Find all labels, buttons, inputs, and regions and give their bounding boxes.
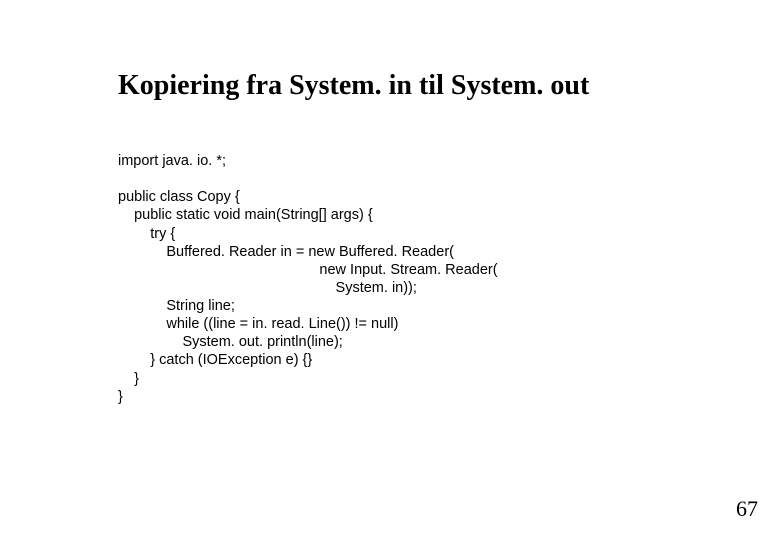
page-number: 67: [736, 496, 758, 522]
code-block: import java. io. *; public class Copy { …: [118, 152, 780, 406]
slide-title: Kopiering fra System. in til System. out: [118, 70, 780, 102]
slide-content: Kopiering fra System. in til System. out…: [0, 0, 780, 406]
